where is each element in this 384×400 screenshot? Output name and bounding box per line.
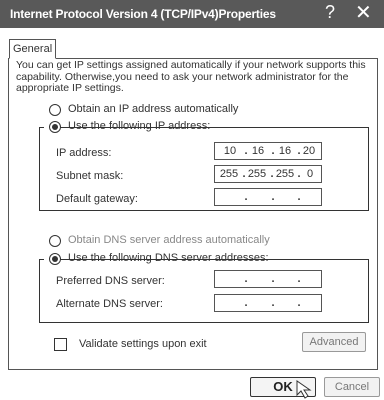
obtain-dns-auto-radio[interactable]	[49, 235, 61, 247]
close-button[interactable]: ✕	[355, 0, 372, 25]
window-title: Internet Protocol Version 4 (TCP/IPv4)Pr…	[10, 7, 276, 21]
dns-address-group	[39, 259, 369, 323]
obtain-dns-auto-label[interactable]: Obtain DNS server address automatically	[68, 234, 270, 246]
mask-octet-3: 255	[275, 168, 295, 180]
obtain-ip-auto-radio[interactable]	[49, 104, 61, 116]
dot-separator: .	[271, 273, 275, 285]
title-bar: Internet Protocol Version 4 (TCP/IPv4)Pr…	[0, 0, 384, 28]
use-following-ip-radio[interactable]	[49, 121, 61, 133]
dialog-body: General You can get IP settings assigned…	[0, 28, 384, 400]
dot-separator: .	[297, 297, 301, 309]
mask-octet-1: 255	[219, 168, 239, 180]
mask-octet-4: 0	[306, 168, 314, 180]
validate-label[interactable]: Validate settings upon exit	[79, 338, 207, 350]
preferred-dns-label: Preferred DNS server:	[56, 275, 165, 287]
dot-separator: .	[271, 297, 275, 309]
cancel-button[interactable]: Cancel	[324, 377, 380, 397]
alternate-dns-label: Alternate DNS server:	[56, 298, 163, 310]
ip-octet-2: 16	[251, 145, 265, 157]
advanced-button[interactable]: Advanced	[302, 332, 366, 352]
default-gateway-input[interactable]: . . .	[214, 188, 322, 206]
description-text: You can get IP settings assigned automat…	[16, 59, 366, 94]
dot-separator: .	[271, 191, 275, 203]
ip-octet-4: 20	[302, 145, 316, 157]
use-following-dns-radio[interactable]	[49, 253, 61, 265]
validate-checkbox[interactable]	[54, 338, 67, 351]
subnet-mask-input[interactable]: 255 . 255 . 255 . 0	[214, 165, 322, 183]
ip-address-label: IP address:	[56, 147, 112, 159]
mask-octet-2: 255	[247, 168, 267, 180]
ip-address-input[interactable]: 10 . 16 . 16 . 20	[214, 142, 322, 160]
obtain-ip-auto-label[interactable]: Obtain an IP address automatically	[68, 103, 238, 115]
mouse-pointer-icon	[296, 380, 312, 399]
alternate-dns-input[interactable]: . . .	[214, 294, 322, 312]
dot-separator: .	[297, 273, 301, 285]
ip-octet-3: 16	[278, 145, 292, 157]
help-button[interactable]: ?	[325, 2, 335, 23]
preferred-dns-input[interactable]: . . .	[214, 270, 322, 288]
default-gateway-label: Default gateway:	[56, 193, 138, 205]
dot-separator: .	[244, 273, 248, 285]
dot-separator: .	[244, 297, 248, 309]
subnet-mask-label: Subnet mask:	[56, 170, 124, 182]
ip-octet-1: 10	[223, 145, 237, 157]
use-following-ip-label[interactable]: Use the following IP address:	[68, 120, 210, 132]
dot-separator: .	[297, 191, 301, 203]
use-following-dns-label[interactable]: Use the following DNS server addresses:	[68, 252, 269, 264]
ip-group-legend: Use the following IP address:	[44, 120, 210, 134]
dns-group-legend: Use the following DNS server addresses:	[44, 252, 269, 266]
tab-general[interactable]: General	[9, 39, 57, 59]
dot-separator: .	[244, 191, 248, 203]
